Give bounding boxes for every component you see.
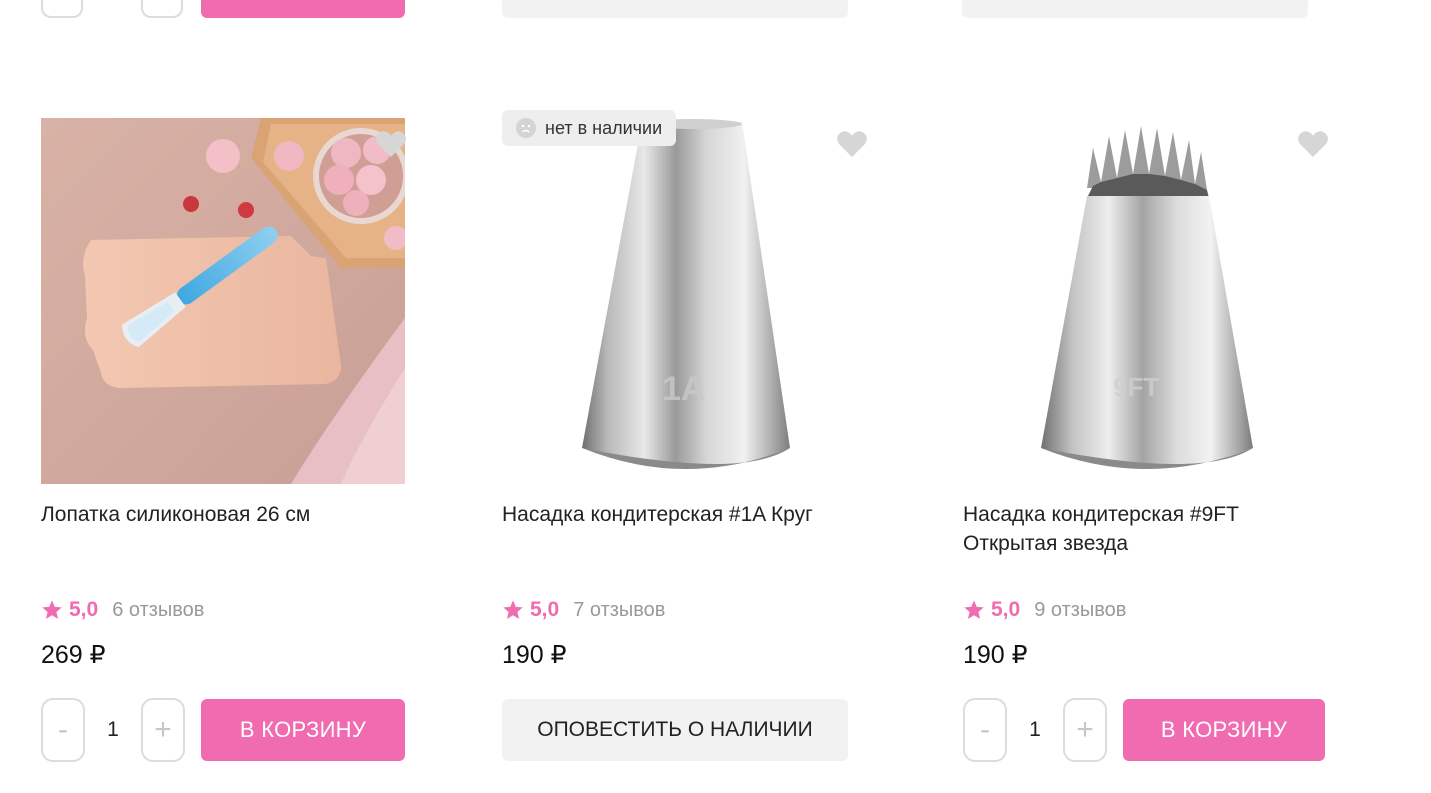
- favorite-heart-icon[interactable]: [1297, 130, 1329, 158]
- reviews-link[interactable]: 6 отзывов: [112, 599, 204, 622]
- add-to-cart-button[interactable]: В КОРЗИНУ: [1123, 699, 1325, 761]
- notify-availability-button[interactable]: ОПОВЕСТИТЬ О НАЛИЧИИ: [502, 699, 848, 761]
- rating-row: 5,0 6 отзывов: [41, 596, 204, 624]
- tip-mark-text: 1A: [662, 370, 705, 408]
- favorite-heart-icon[interactable]: [375, 130, 407, 158]
- round-piping-tip-photo: 1A: [502, 118, 866, 484]
- product-title[interactable]: Насадка кондитерская #1A Круг: [502, 500, 862, 529]
- silicone-spatula-photo: [41, 118, 405, 484]
- product-image[interactable]: 1A: [502, 118, 866, 484]
- quantity-plus-button[interactable]: +: [1063, 698, 1107, 762]
- reviews-link[interactable]: 7 отзывов: [573, 599, 665, 622]
- favorite-heart-icon[interactable]: [836, 130, 868, 158]
- quantity-plus-button[interactable]: +: [141, 698, 185, 762]
- star-icon: [42, 600, 62, 619]
- star-icon: [503, 600, 523, 619]
- quantity-minus-button[interactable]: -: [963, 698, 1007, 762]
- rating-value: 5,0: [991, 598, 1021, 621]
- product-title[interactable]: Насадка кондитерская #9FT Открытая звезд…: [963, 500, 1323, 558]
- star-icon: [964, 600, 984, 619]
- prev-notify-button[interactable]: [502, 0, 848, 18]
- product-image[interactable]: [41, 118, 405, 484]
- add-to-cart-button[interactable]: В КОРЗИНУ: [201, 699, 405, 761]
- prev-plus-button[interactable]: [141, 0, 183, 18]
- rating-value: 5,0: [69, 598, 99, 621]
- tip-mark-text: 9FT: [1113, 372, 1159, 402]
- prev-minus-button[interactable]: [41, 0, 83, 18]
- badge-label: нет в наличии: [545, 117, 663, 138]
- product-price: 190 ₽: [963, 641, 1028, 669]
- out-of-stock-badge: нет в наличии: [502, 110, 677, 146]
- reviews-link[interactable]: 9 отзывов: [1034, 599, 1126, 622]
- product-price: 269 ₽: [41, 641, 106, 669]
- sad-face-icon: [516, 118, 536, 138]
- rating-row: 5,0 7 отзывов: [502, 596, 665, 624]
- quantity-value[interactable]: 1: [1007, 698, 1063, 762]
- quantity-value[interactable]: 1: [85, 698, 141, 762]
- prev-notify-button-2[interactable]: [962, 0, 1308, 18]
- product-title[interactable]: Лопатка силиконовая 26 см: [41, 500, 401, 529]
- prev-add-to-cart-button[interactable]: [201, 0, 405, 18]
- product-price: 190 ₽: [502, 641, 567, 669]
- rating-value: 5,0: [530, 598, 560, 621]
- star-piping-tip-photo: 9FT: [963, 118, 1327, 484]
- quantity-minus-button[interactable]: -: [41, 698, 85, 762]
- rating-row: 5,0 9 отзывов: [963, 596, 1126, 624]
- product-image[interactable]: 9FT: [963, 118, 1327, 484]
